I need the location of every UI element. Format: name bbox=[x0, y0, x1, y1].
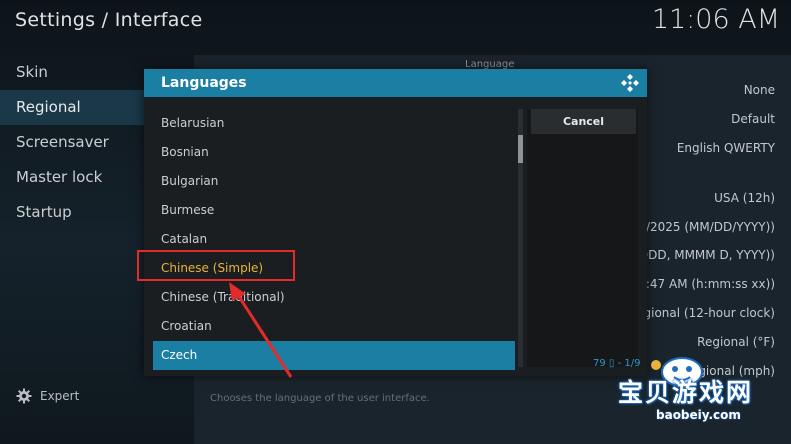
watermark-title: 宝贝游戏网 bbox=[618, 378, 754, 407]
watermark-url: baobeiy.com bbox=[656, 408, 741, 422]
